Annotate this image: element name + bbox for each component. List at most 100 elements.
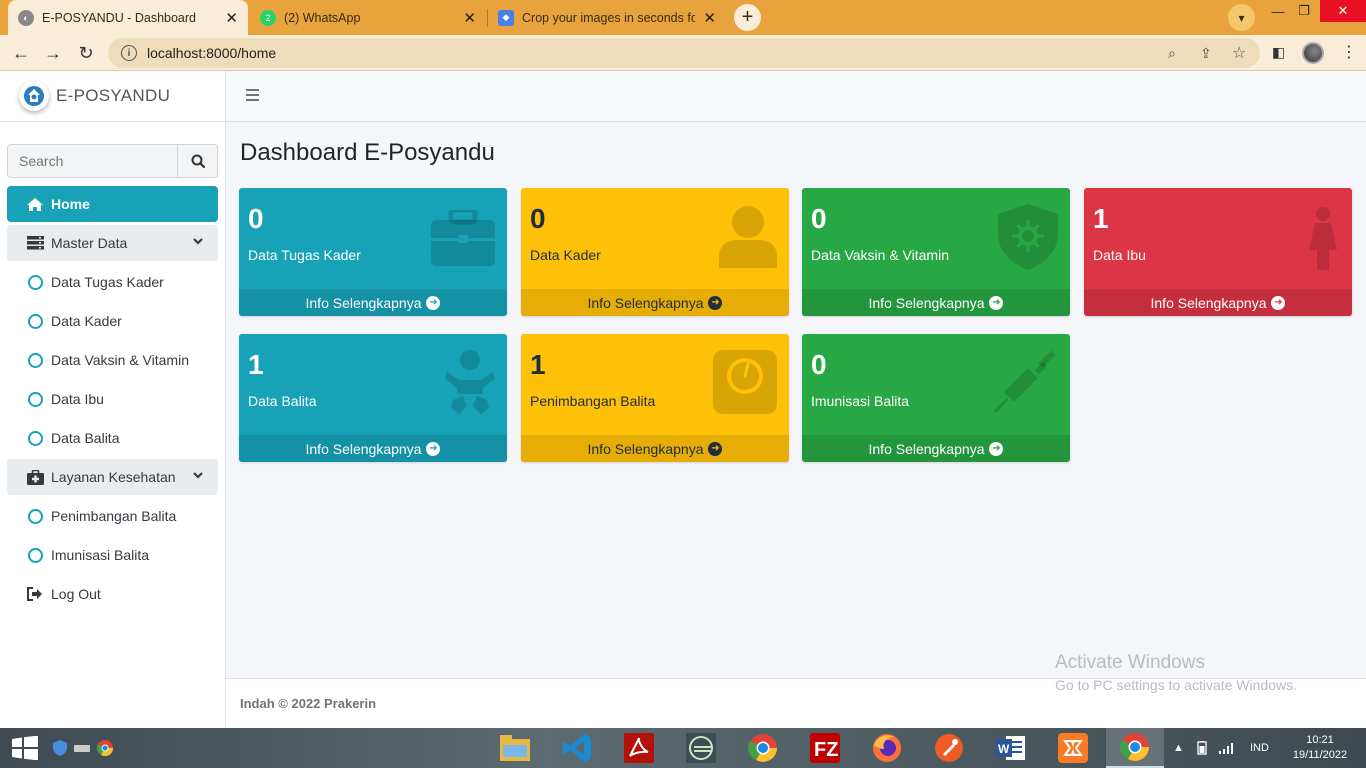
browser-tab-whatsapp[interactable]: 2 (2) WhatsApp ✕ <box>250 0 486 35</box>
circle-icon <box>25 508 45 524</box>
shield-quicklaunch-icon[interactable] <box>48 728 72 768</box>
file-explorer-icon[interactable] <box>486 728 544 768</box>
card-label: Data Kader <box>530 247 601 263</box>
info-link[interactable]: Info Selengkapnya ➜ <box>239 289 507 316</box>
avatar[interactable] <box>1302 42 1324 64</box>
info-link-label: Info Selengkapnya <box>587 294 704 311</box>
signal-icon[interactable] <box>1219 728 1235 768</box>
info-link[interactable]: Info Selengkapnya ➜ <box>239 435 507 462</box>
sidepanel-icon[interactable]: ◧ <box>1272 44 1285 61</box>
info-link[interactable]: Info Selengkapnya ➜ <box>1084 289 1352 316</box>
info-link[interactable]: Info Selengkapnya ➜ <box>802 435 1070 462</box>
info-link-label: Info Selengkapnya <box>868 294 985 311</box>
chrome-icon[interactable] <box>734 728 792 768</box>
browser-tab-dashboard[interactable]: ◐ E-POSYANDU - Dashboard ✕ <box>8 0 248 35</box>
star-icon[interactable]: ☆ <box>1232 43 1246 63</box>
close-tab-icon[interactable]: ✕ <box>703 9 716 27</box>
info-link-label: Info Selengkapnya <box>1150 294 1267 311</box>
sidebar-item-master-data[interactable]: Master Data <box>7 225 218 261</box>
hamburger-icon[interactable] <box>246 89 259 104</box>
back-icon[interactable]: ← <box>7 39 35 67</box>
globe-icon: ◐ <box>18 9 34 26</box>
posyandu-logo-icon <box>19 81 49 111</box>
search-button[interactable] <box>177 144 218 178</box>
new-tab-button[interactable]: + <box>734 4 761 31</box>
tab-search-button[interactable]: ▾ <box>1228 4 1255 31</box>
url-text: localhost:8000/home <box>147 45 277 61</box>
medkit-icon <box>25 469 45 485</box>
filezilla-icon[interactable]: FZ <box>796 728 854 768</box>
sidebar-item-penimbangan-balita[interactable]: Penimbangan Balita <box>7 498 218 534</box>
battery-icon[interactable] <box>1194 728 1210 768</box>
word-icon[interactable]: W <box>982 728 1040 768</box>
info-link-label: Info Selengkapnya <box>868 440 985 457</box>
sidebar-item-label: Imunisasi Balita <box>51 547 150 563</box>
browser-tab-crop[interactable]: ◆ Crop your images in seconds for ✕ <box>488 0 726 35</box>
search-input[interactable] <box>7 144 177 178</box>
start-button[interactable] <box>0 728 50 768</box>
sidebar-item-label: Data Balita <box>51 430 120 446</box>
close-window-button[interactable]: ✕ <box>1320 0 1366 22</box>
arrow-circle-right-icon: ➜ <box>708 441 723 456</box>
info-link[interactable]: Info Selengkapnya ➜ <box>521 435 789 462</box>
activate-windows-watermark: Activate Windows Go to PC settings to ac… <box>1055 652 1297 693</box>
arrow-circle-right-icon: ➜ <box>708 295 723 310</box>
chrome-active-icon[interactable] <box>1106 728 1164 768</box>
briefcase-icon <box>431 210 495 266</box>
close-tab-icon[interactable]: ✕ <box>463 9 476 27</box>
sidebar-item-data-kader[interactable]: Data Kader <box>7 303 218 339</box>
sidebar-item-imunisasi-balita[interactable]: Imunisasi Balita <box>7 537 218 573</box>
brand-name: E-POSYANDU <box>56 86 171 105</box>
vscode-icon[interactable] <box>548 728 606 768</box>
language-indicator[interactable]: IND <box>1250 728 1269 768</box>
sidebar-item-home[interactable]: Home <box>7 186 218 222</box>
watermark-title: Activate Windows <box>1055 652 1205 673</box>
sidebar: E-POSYANDU Home Master Data Data Tugas K… <box>0 71 226 728</box>
info-link-label: Info Selengkapnya <box>305 440 422 457</box>
card-value: 1 <box>530 349 546 380</box>
eclipse-icon[interactable] <box>672 728 730 768</box>
maximize-button[interactable]: ❐ <box>1284 0 1324 22</box>
taskbar-clock[interactable]: 10:21 19/11/2022 <box>1282 733 1358 763</box>
xampp-icon[interactable] <box>1044 728 1102 768</box>
sidebar-item-data-balita[interactable]: Data Balita <box>7 420 218 456</box>
sidebar-item-data-tugas-kader[interactable]: Data Tugas Kader <box>7 264 218 300</box>
chrome-quicklaunch-icon[interactable] <box>93 728 117 768</box>
home-icon <box>25 197 45 212</box>
info-icon[interactable]: i <box>121 45 137 61</box>
card-value: 0 <box>811 203 827 234</box>
arrow-circle-right-icon: ➜ <box>426 441 441 456</box>
drive-quicklaunch-icon[interactable] <box>70 728 94 768</box>
close-tab-icon[interactable]: ✕ <box>225 9 238 27</box>
brand[interactable]: E-POSYANDU <box>0 71 225 122</box>
forward-icon[interactable]: → <box>39 39 67 67</box>
address-bar[interactable]: i localhost:8000/home ⌕ ⇪ ☆ <box>108 38 1260 68</box>
sidebar-item-label: Layanan Kesehatan <box>51 469 176 485</box>
chevron-down-icon <box>193 238 203 245</box>
card-label: Penimbangan Balita <box>530 393 656 409</box>
tray-expand-icon[interactable]: ▲ <box>1173 728 1184 768</box>
firefox-icon[interactable] <box>858 728 916 768</box>
sidebar-item-data-vaksin-vitamin[interactable]: Data Vaksin & Vitamin <box>7 342 218 378</box>
card-data-balita: 1 Data Balita Info Selengkapnya ➜ <box>239 334 507 462</box>
info-link[interactable]: Info Selengkapnya ➜ <box>802 289 1070 316</box>
info-link[interactable]: Info Selengkapnya ➜ <box>521 289 789 316</box>
sidebar-item-logout[interactable]: Log Out <box>7 576 218 612</box>
postman-icon[interactable] <box>920 728 978 768</box>
share-icon[interactable]: ⇪ <box>1200 45 1212 62</box>
reload-icon[interactable]: ↻ <box>72 39 100 67</box>
card-value: 0 <box>530 203 546 234</box>
sidebar-item-layanan-kesehatan[interactable]: Layanan Kesehatan <box>7 459 218 495</box>
sidebar-item-label: Data Ibu <box>51 391 104 407</box>
sidebar-item-data-ibu[interactable]: Data Ibu <box>7 381 218 417</box>
tab-title: (2) WhatsApp <box>284 10 361 25</box>
female-icon <box>1309 207 1337 270</box>
menu-icon[interactable]: ⋮ <box>1341 42 1357 62</box>
sidebar-search <box>7 144 218 178</box>
browser-toolbar: ← → ↻ i localhost:8000/home ⌕ ⇪ ☆ ◧ ⋮ <box>0 35 1366 71</box>
zoom-icon[interactable]: ⌕ <box>1168 45 1176 62</box>
card-value: 1 <box>248 349 264 380</box>
card-label: Data Ibu <box>1093 247 1146 263</box>
acrobat-icon[interactable] <box>610 728 668 768</box>
sidebar-item-label: Home <box>51 196 90 212</box>
